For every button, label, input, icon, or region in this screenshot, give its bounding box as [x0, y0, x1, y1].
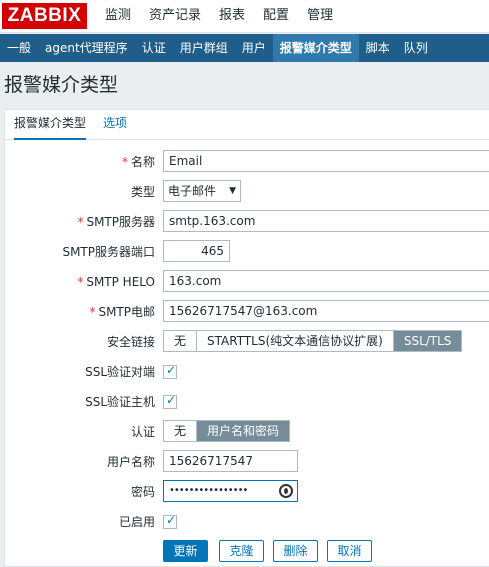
smtp-server-field[interactable]: smtp.163.com [163, 210, 489, 232]
password-label: 密码 [130, 485, 155, 499]
name-field[interactable]: Email [163, 150, 489, 172]
row-authentication: 认证 无 用户名和密码 [5, 420, 489, 444]
authentication-label: 认证 [130, 425, 155, 439]
required-marker: * [121, 155, 128, 169]
clone-button[interactable]: 克隆 [219, 540, 264, 562]
check-icon: ✓ [166, 393, 177, 407]
sub-nav: 一般 agent代理程序 认证 用户群组 用户 报警媒介类型 脚本 队列 [0, 34, 489, 62]
row-username: 用户名称 15626717547 [5, 450, 489, 474]
tab-media-type[interactable]: 报警媒介类型 [14, 110, 87, 140]
row-security: 安全链接 无 STARTTLS(纯文本通信协议扩展) SSL/TLS [5, 330, 489, 354]
top-bar: ZABBIX 监测 资产记录 报表 配置 管理 [0, 0, 489, 33]
ssl-verify-peer-checkbox[interactable]: ✓ [163, 363, 177, 379]
authentication-segmented-control: 无 用户名和密码 [163, 420, 291, 442]
required-marker: * [77, 215, 84, 229]
update-button[interactable]: 更新 [163, 540, 208, 562]
password-value: •••••••••••••••• [169, 485, 248, 496]
main-nav-monitoring[interactable]: 监测 [96, 0, 140, 33]
enabled-checkbox[interactable]: ✓ [163, 513, 177, 529]
sub-nav-scripts[interactable]: 脚本 [359, 34, 397, 62]
smtp-port-field[interactable]: 465 [163, 240, 230, 262]
ssl-verify-peer-label: SSL验证对端 [85, 365, 155, 379]
name-label: * 名称 [121, 155, 155, 169]
smtp-helo-field[interactable]: 163.com [163, 270, 489, 292]
main-nav: 监测 资产记录 报表 配置 管理 [96, 0, 342, 33]
form-panel: 报警媒介类型 选项 * 名称 Email 类型 电子邮件 ▼ * SMTP服务器 sm… [4, 109, 489, 567]
main-nav-reports[interactable]: 报表 [210, 0, 254, 33]
type-select[interactable]: 电子邮件 ▼ [163, 180, 241, 202]
show-password-icon[interactable] [279, 484, 293, 498]
smtp-email-field[interactable]: 15626717547@163.com [163, 300, 489, 322]
row-smtp-port: SMTP服务器端口 465 [5, 240, 489, 264]
zabbix-logo[interactable]: ZABBIX [2, 3, 87, 29]
ssl-verify-host-checkbox[interactable]: ✓ [163, 393, 177, 409]
cancel-button[interactable]: 取消 [327, 540, 372, 562]
sub-nav-proxies[interactable]: agent代理程序 [38, 34, 135, 62]
security-option-none[interactable]: 无 [164, 331, 198, 351]
sub-nav-general[interactable]: 一般 [0, 34, 38, 62]
main-nav-inventory[interactable]: 资产记录 [140, 0, 210, 33]
form-buttons: 更新 克隆 删除 取消 [5, 540, 489, 564]
smtp-port-label: SMTP服务器端口 [62, 245, 155, 259]
row-name: * 名称 Email [5, 150, 489, 174]
username-field[interactable]: 15626717547 [163, 450, 298, 472]
auth-option-username-password[interactable]: 用户名和密码 [197, 421, 290, 441]
security-option-ssl-tls[interactable]: SSL/TLS [393, 331, 462, 351]
check-icon: ✓ [166, 363, 177, 377]
row-ssl-verify-peer: SSL验证对端 ✓ [5, 360, 489, 384]
chevron-down-icon: ▼ [229, 186, 236, 196]
row-smtp-helo: * SMTP HELO 163.com [5, 270, 489, 294]
row-enabled: 已启用 ✓ [5, 510, 489, 534]
sub-nav-user-groups[interactable]: 用户群组 [173, 34, 235, 62]
security-option-starttls[interactable]: STARTTLS(纯文本通信协议扩展) [197, 331, 394, 351]
password-field[interactable]: •••••••••••••••• [163, 480, 298, 502]
smtp-server-label: * SMTP服务器 [77, 215, 155, 229]
username-label: 用户名称 [106, 455, 155, 469]
type-label: 类型 [130, 185, 155, 199]
main-nav-administration[interactable]: 管理 [298, 0, 342, 33]
row-type: 类型 电子邮件 ▼ [5, 180, 489, 204]
enabled-label: 已启用 [118, 515, 155, 529]
smtp-email-label: * SMTP电邮 [89, 305, 155, 319]
sub-nav-queue[interactable]: 队列 [397, 34, 435, 62]
sub-nav-users[interactable]: 用户 [235, 34, 273, 62]
tab-options[interactable]: 选项 [103, 110, 127, 140]
auth-option-none[interactable]: 无 [164, 421, 198, 441]
row-smtp-server: * SMTP服务器 smtp.163.com [5, 210, 489, 234]
sub-nav-authentication[interactable]: 认证 [135, 34, 173, 62]
required-marker: * [77, 275, 84, 289]
security-label: 安全链接 [106, 335, 155, 349]
page-title: 报警媒介类型 [4, 74, 119, 96]
ssl-verify-host-label: SSL验证主机 [85, 395, 155, 409]
delete-button[interactable]: 删除 [273, 540, 318, 562]
row-ssl-verify-host: SSL验证主机 ✓ [5, 390, 489, 414]
main-nav-configuration[interactable]: 配置 [254, 0, 298, 33]
required-marker: * [89, 305, 96, 319]
sub-nav-media-types[interactable]: 报警媒介类型 [272, 34, 359, 62]
row-smtp-email: * SMTP电邮 15626717547@163.com [5, 300, 489, 324]
row-password: 密码 •••••••••••••••• [5, 480, 489, 504]
check-icon: ✓ [166, 513, 177, 527]
type-select-value: 电子邮件 [168, 184, 217, 198]
security-segmented-control: 无 STARTTLS(纯文本通信协议扩展) SSL/TLS [163, 330, 463, 352]
tab-bar: 报警媒介类型 选项 [5, 110, 489, 140]
smtp-helo-label: * SMTP HELO [77, 275, 155, 289]
